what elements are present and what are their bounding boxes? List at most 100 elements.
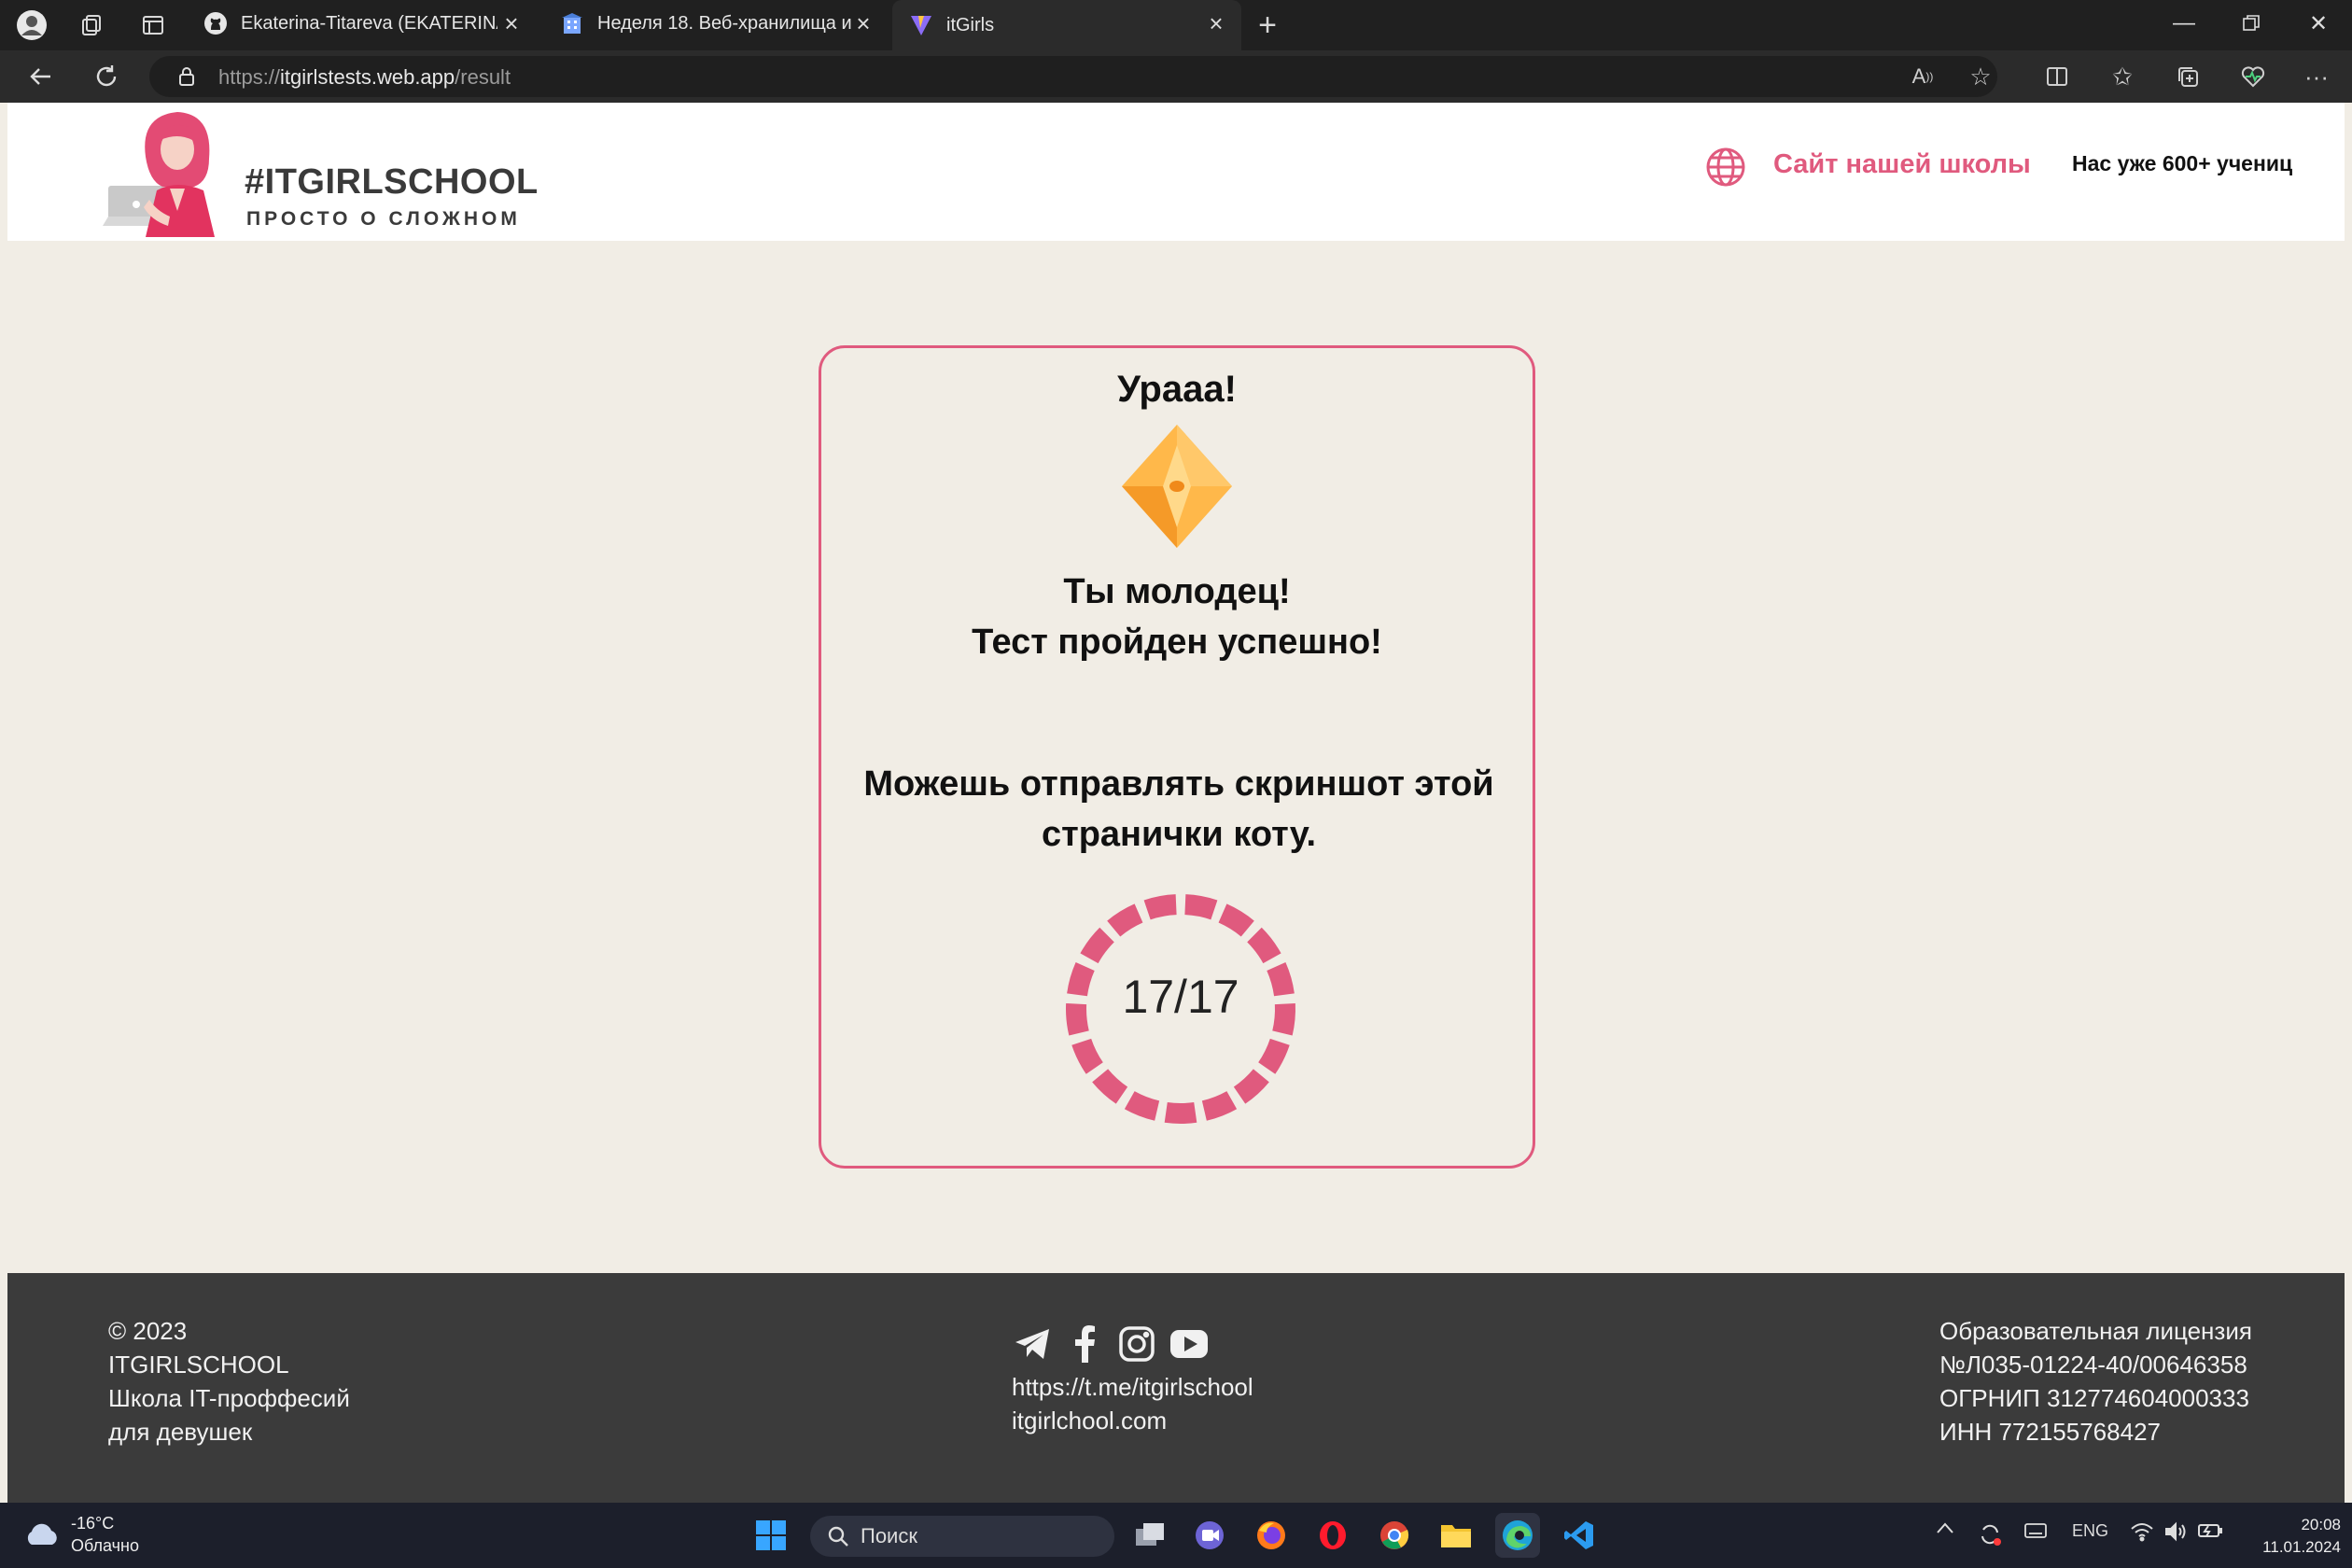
score-segment (1071, 1038, 1104, 1074)
close-icon[interactable]: × (851, 9, 875, 37)
result-card: Урааа! Ты молодец! Тест пройден успешно!… (819, 345, 1535, 1169)
site-footer: © 2023 ITGIRLSCHOOL Школа IT-проффесий д… (7, 1273, 2345, 1503)
screenshot-hint: Можешь отправлять скриншот этой страничк… (863, 764, 1494, 854)
sync-icon[interactable] (1977, 1521, 2003, 1547)
more-menu-icon[interactable]: ··· (2302, 62, 2331, 91)
logo-girl-icon[interactable] (101, 106, 250, 237)
windows-taskbar: -16°C Облачно Поиск ENG 20:08 11.01.2024 (0, 1503, 2352, 1568)
favorites-icon[interactable]: ✩ (2107, 62, 2137, 91)
instagram-icon[interactable] (1116, 1323, 1157, 1365)
students-count: Нас уже 600+ учениц (2072, 151, 2293, 175)
score-value: 17/17 (1122, 971, 1239, 1023)
telegram-link[interactable]: https://t.me/itgirlschool (1012, 1370, 1253, 1404)
start-button[interactable] (749, 1513, 793, 1558)
address-bar: https://itgirlstests.web.app/result A)) … (0, 50, 2352, 103)
score-segment (1218, 903, 1254, 937)
clock-time: 20:08 (2301, 1516, 2341, 1533)
score-segment (1092, 1069, 1128, 1104)
tab-title: Неделя 18. Веб-хранилища и JS (597, 12, 854, 34)
footer-contacts: https://t.me/itgirlschool itgirlchool.co… (1012, 1323, 1253, 1437)
show-hidden-icons[interactable] (1936, 1521, 1954, 1534)
browser-essentials-icon[interactable] (2238, 62, 2268, 91)
tab-github[interactable]: Ekaterina-Titareva (EKATERINA TI × (187, 0, 537, 47)
vite-icon (909, 13, 933, 37)
tab-actions-icon[interactable] (136, 8, 170, 42)
score-segment (1257, 1038, 1290, 1074)
volume-icon[interactable] (2163, 1521, 2188, 1542)
school-site-link[interactable]: Сайт нашей школы (1773, 149, 2031, 180)
school-site-url[interactable]: itgirlchool.com (1012, 1404, 1253, 1437)
telegram-icon[interactable] (1012, 1323, 1053, 1365)
facebook-icon[interactable] (1064, 1323, 1105, 1365)
windows-logo-icon (756, 1520, 786, 1550)
search-placeholder: Поиск (861, 1524, 917, 1547)
profile-icon[interactable] (15, 8, 49, 42)
close-window-icon[interactable]: ✕ (2285, 0, 2352, 47)
favorite-star-icon[interactable]: ☆ (1966, 62, 1995, 91)
close-icon[interactable]: × (1204, 9, 1228, 37)
minimize-icon[interactable]: — (2150, 0, 2218, 47)
ogrnip: ОГРНИП 312774604000333 (1939, 1384, 2249, 1412)
score-segment (1080, 927, 1115, 964)
footer-brand: ITGIRLSCHOOL (108, 1351, 289, 1379)
score-segment (1124, 1090, 1160, 1121)
tab-week18[interactable]: Неделя 18. Веб-хранилища и JS × (543, 0, 889, 47)
weather-widget[interactable]: -16°C Облачно (22, 1512, 139, 1557)
social-links (1012, 1323, 1253, 1365)
close-icon[interactable]: × (499, 9, 524, 37)
footer-copyright: © 2023 (108, 1317, 188, 1345)
score-segment (1107, 903, 1143, 937)
task-view-icon[interactable] (1127, 1513, 1172, 1558)
language-indicator[interactable]: ENG (2072, 1521, 2108, 1541)
taskbar-search[interactable]: Поиск (810, 1516, 1114, 1557)
score-segment (1233, 1069, 1269, 1104)
inn: ИНН 772155768427 (1939, 1418, 2161, 1446)
vscode-icon[interactable] (1557, 1513, 1602, 1558)
score-segment (1184, 894, 1218, 920)
back-icon[interactable] (22, 58, 60, 95)
footer-tagline-1: Школа IT-проффесий (108, 1384, 350, 1412)
footer-tagline-2: для девушек (108, 1418, 253, 1446)
page-content: #ITGIRLSCHOOL ПРОСТО О СЛОЖНОМ Сайт наше… (7, 103, 2345, 1503)
browser-tab-bar: Ekaterina-Titareva (EKATERINA TI × Недел… (0, 0, 2352, 50)
footer-legal: Образовательная лицензия №Л035-01224-40/… (1939, 1314, 2252, 1449)
search-icon (828, 1526, 848, 1547)
wifi-icon[interactable] (2130, 1521, 2154, 1542)
battery-icon[interactable] (2197, 1521, 2223, 1540)
tab-itgirls[interactable]: itGirls × (892, 0, 1241, 50)
system-clock[interactable]: 20:08 11.01.2024 (2238, 1514, 2341, 1559)
chrome-icon[interactable] (1372, 1513, 1417, 1558)
building-icon (560, 11, 584, 35)
teams-chat-icon[interactable] (1187, 1513, 1232, 1558)
collections-icon[interactable] (2173, 62, 2203, 91)
logo-title[interactable]: #ITGIRLSCHOOL (245, 162, 539, 203)
cloud-icon (27, 1523, 57, 1545)
temperature: -16°C (71, 1514, 115, 1533)
globe-icon[interactable] (1704, 146, 1747, 189)
url-text: https://itgirlstests.web.app/result (218, 65, 511, 89)
reload-icon[interactable] (88, 58, 125, 95)
site-header: #ITGIRLSCHOOL ПРОСТО О СЛОЖНОМ Сайт наше… (7, 103, 2345, 241)
tab-title: itGirls (946, 14, 995, 35)
license-number: №Л035-01224-40/00646358 (1939, 1351, 2247, 1379)
lock-icon[interactable] (175, 65, 198, 88)
url-field[interactable]: https://itgirlstests.web.app/result (149, 56, 1997, 97)
score-segment (1143, 894, 1177, 920)
praise-line-2: Тест пройден успешно! (972, 623, 1382, 662)
read-aloud-icon[interactable]: A)) (1908, 62, 1938, 91)
edge-icon[interactable] (1495, 1513, 1540, 1558)
new-tab-icon[interactable]: + (1251, 7, 1284, 43)
clock-date: 11.01.2024 (2262, 1538, 2341, 1556)
file-explorer-icon[interactable] (1434, 1513, 1478, 1558)
restore-icon[interactable] (2218, 0, 2285, 47)
keyboard-icon[interactable] (2023, 1521, 2048, 1540)
split-screen-icon[interactable] (2042, 62, 2072, 91)
workspaces-icon[interactable] (75, 8, 108, 42)
youtube-icon[interactable] (1169, 1323, 1210, 1365)
opera-icon[interactable] (1310, 1513, 1355, 1558)
license-label: Образовательная лицензия (1939, 1317, 2252, 1345)
praise-line-1: Ты молодец! (1063, 572, 1291, 611)
diamond-icon (1122, 425, 1232, 548)
tab-title: Ekaterina-Titareva (EKATERINA TI (241, 12, 497, 34)
firefox-icon[interactable] (1249, 1513, 1294, 1558)
